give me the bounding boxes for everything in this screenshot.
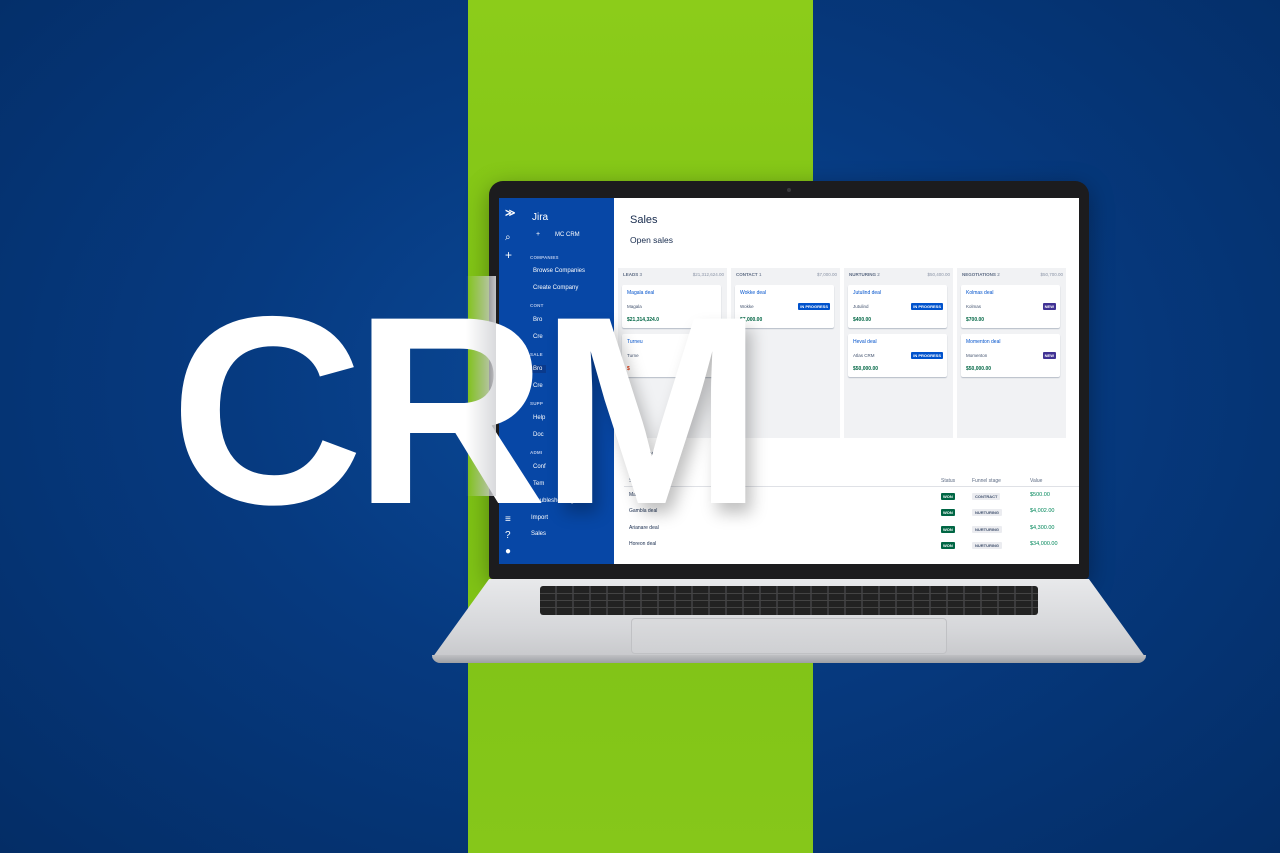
stage-badge: NURTURING <box>972 526 1002 533</box>
status-badge: NEW <box>1042 303 1056 310</box>
column-total: $50,700.00 <box>1040 272 1063 277</box>
status-badge: IN PROGRESS <box>911 352 943 359</box>
deal-title[interactable]: Momenton deal <box>966 339 1000 345</box>
deal-title[interactable]: Kolmas deal <box>966 290 994 296</box>
stage-badge: NURTURING <box>972 542 1002 549</box>
hero-letter-r: R <box>353 260 548 560</box>
col-header-status[interactable]: Status <box>941 478 955 484</box>
status-badge: IN PROGRESS <box>798 303 830 310</box>
jira-logo-icon[interactable]: ≫ <box>505 208 515 219</box>
status-badge: WON <box>941 493 955 500</box>
sale-value: $34,000.00 <box>1030 541 1058 547</box>
column-total: $7,000.00 <box>816 272 837 277</box>
stage-badge: CONTRACT <box>972 493 1001 500</box>
deal-card[interactable]: Heval deal Atlas CRM IN PROGRESS $50,000… <box>848 334 947 377</box>
status-badge: WON <box>941 526 955 533</box>
deal-value: $50,000.00 <box>853 366 879 372</box>
col-header-value[interactable]: Value <box>1030 478 1042 484</box>
status-badge: WON <box>941 509 955 516</box>
hero-letter-c: C <box>170 260 364 560</box>
column-header: NEGOTIATIONS 2 <box>962 272 1000 277</box>
deal-company: Kolmas <box>966 304 982 309</box>
sale-value: $4,002.00 <box>1030 508 1055 514</box>
key-row <box>540 607 1038 608</box>
deal-card[interactable]: Momenton deal Momenton NEW $50,000.00 <box>961 334 1060 377</box>
sale-value: $4,300.00 <box>1030 525 1055 531</box>
letter-fade <box>466 276 496 496</box>
deal-title[interactable]: Jutulind deal <box>853 290 881 296</box>
status-badge: WON <box>941 542 955 549</box>
sale-value: $500.00 <box>1030 492 1050 498</box>
deal-value: $700.00 <box>966 317 985 323</box>
laptop-base-edge <box>432 655 1146 663</box>
hero-letter-m: M <box>540 260 763 560</box>
key-row <box>540 600 1038 601</box>
deal-company: Momenton <box>966 353 988 358</box>
trackpad <box>631 618 947 654</box>
stage-badge: NURTURING <box>972 509 1002 516</box>
open-sales-title: Open sales <box>630 235 673 245</box>
deal-card[interactable]: Kolmas deal Kolmas NEW $700.00 <box>961 285 1060 328</box>
search-icon[interactable]: ⌕ <box>505 232 511 243</box>
column-total: $50,400.00 <box>927 272 950 277</box>
board-column-negotiations: NEGOTIATIONS 2 $50,700.00 Kolmas deal Ko… <box>957 268 1066 438</box>
camera <box>787 188 791 192</box>
board-column-nurturing: NURTURING 2 $50,400.00 Jutulind deal Jut… <box>844 268 953 438</box>
status-badge: NEW <box>1042 352 1056 359</box>
column-header: NURTURING 2 <box>849 272 880 277</box>
deal-title[interactable]: Heval deal <box>853 339 877 345</box>
col-header-stage[interactable]: Funnel stage <box>972 478 1001 484</box>
key-row <box>540 593 1038 594</box>
deal-value: $50,000.00 <box>966 366 992 372</box>
deal-company: Atlas CRM <box>853 353 875 358</box>
project-name[interactable]: MC CRM <box>555 232 580 238</box>
status-badge: IN PROGRESS <box>911 303 943 310</box>
deal-card[interactable]: Jutulind deal Jutulind IN PROGRESS $400.… <box>848 285 947 328</box>
deal-value: $400.00 <box>853 317 872 323</box>
page-title: Sales <box>630 214 658 226</box>
add-icon[interactable]: + <box>536 231 540 238</box>
app-name: Jira <box>532 212 549 223</box>
deal-company: Jutulind <box>853 304 869 309</box>
keyboard <box>540 586 1038 615</box>
